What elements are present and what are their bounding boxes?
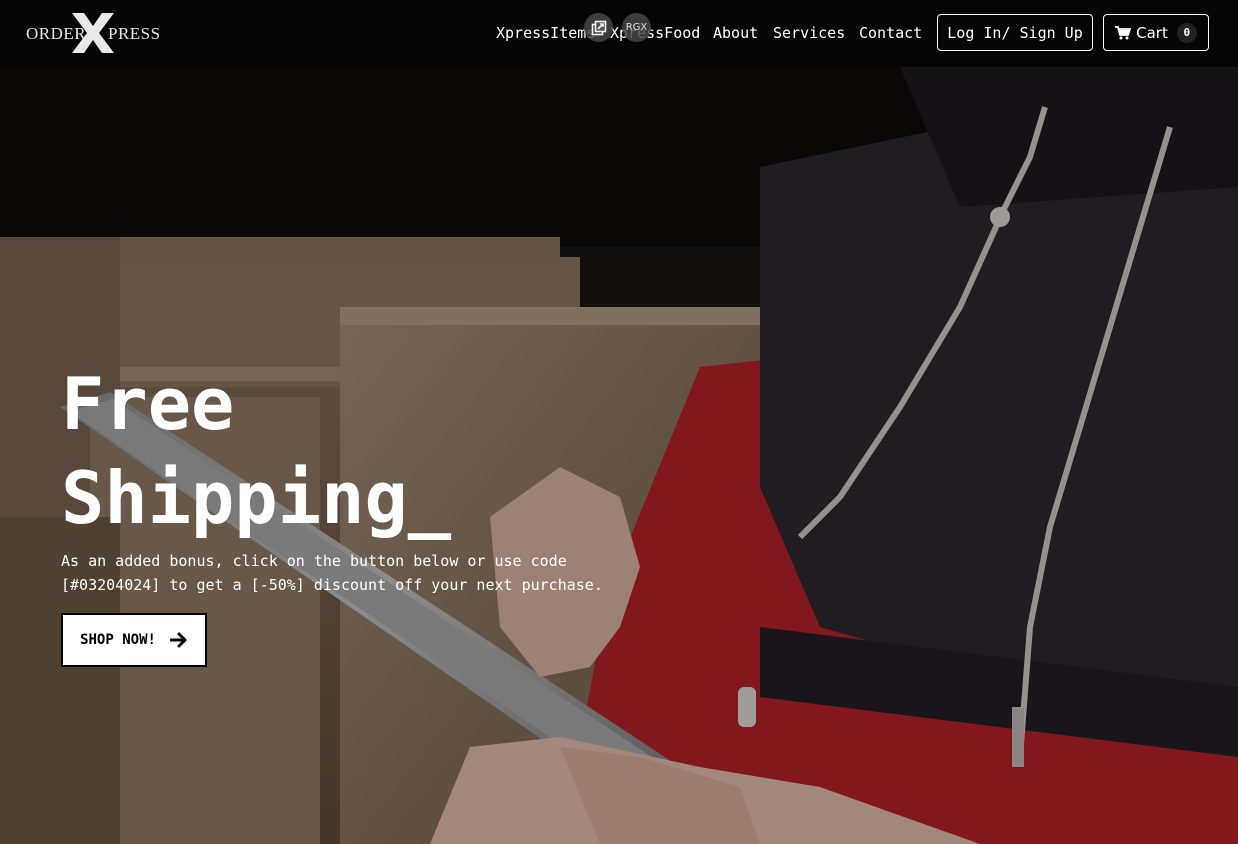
nav-link-contact[interactable]: Contact bbox=[859, 24, 922, 42]
hero-title: Free Shipping_ bbox=[61, 357, 451, 545]
login-signup-label: Log In/ Sign Up bbox=[947, 23, 1083, 42]
external-link-icon bbox=[591, 20, 606, 35]
arrow-right-icon bbox=[169, 632, 187, 648]
hero-title-line1: Free bbox=[61, 362, 235, 446]
cart-count-badge: 0 bbox=[1176, 22, 1197, 43]
shop-now-label: SHOP NOW! bbox=[80, 632, 156, 648]
hero-description-line2: [#03204024] to get a [-50%] discount off… bbox=[61, 576, 603, 594]
navbar: ORDER PRESS XpressItems XpressFood About… bbox=[0, 0, 1238, 67]
logo[interactable]: ORDER PRESS bbox=[26, 13, 166, 53]
login-signup-button[interactable]: Log In/ Sign Up bbox=[937, 14, 1093, 51]
cart-label: Cart bbox=[1136, 23, 1168, 42]
nav-link-about[interactable]: About bbox=[713, 24, 758, 42]
rgx-badge-label: RGX bbox=[625, 22, 648, 33]
hero-description: As an added bonus, click on the button b… bbox=[61, 549, 621, 597]
cart-button[interactable]: Cart 0 bbox=[1103, 14, 1209, 51]
nav-link-xpressitems[interactable]: XpressItems bbox=[496, 24, 595, 42]
cart-icon bbox=[1115, 25, 1132, 39]
logo-word-press: PRESS bbox=[108, 24, 161, 43]
hero-description-line1: As an added bonus, click on the button b… bbox=[61, 552, 567, 570]
hero-title-line2: Shipping_ bbox=[61, 456, 452, 540]
rgx-badge[interactable]: RGX bbox=[622, 13, 651, 42]
hero-section: Free Shipping_ As an added bonus, click … bbox=[0, 67, 1238, 844]
external-link-badge[interactable] bbox=[584, 13, 613, 42]
shop-now-button[interactable]: SHOP NOW! bbox=[61, 613, 207, 667]
nav-link-services[interactable]: Services bbox=[773, 24, 845, 42]
